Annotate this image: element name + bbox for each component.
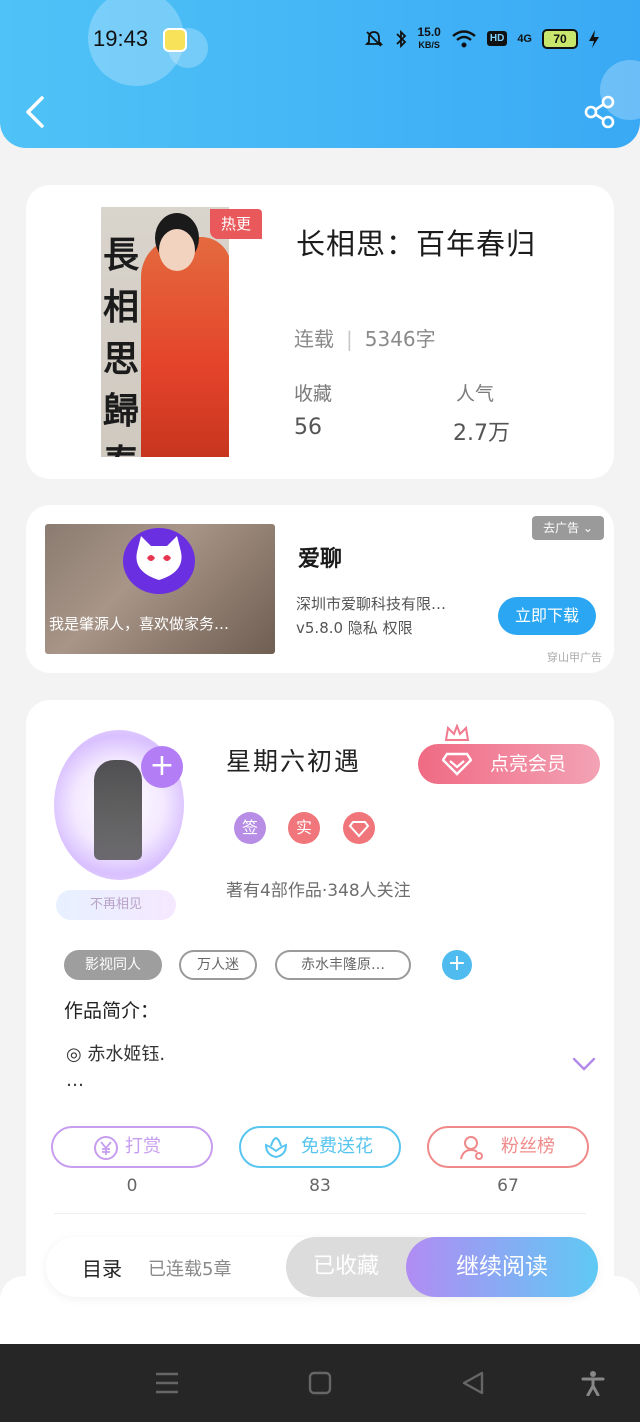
mute-bell-icon bbox=[364, 30, 383, 47]
flower-count: 83 bbox=[309, 1176, 331, 1196]
ad-title: 爱聊 bbox=[298, 547, 343, 572]
tip-button[interactable]: 打赏 bbox=[51, 1126, 213, 1168]
continue-reading-button[interactable]: 继续阅读 bbox=[406, 1237, 598, 1297]
chevron-left-icon[interactable] bbox=[18, 94, 54, 130]
send-flower-button[interactable]: 免费送花 bbox=[239, 1126, 401, 1168]
system-nav-bar bbox=[0, 1344, 640, 1422]
remove-ad-button[interactable]: 去广告 ⌄ bbox=[532, 516, 604, 540]
genre-tag[interactable]: 赤水丰隆原… bbox=[275, 950, 411, 980]
diamond-badge bbox=[343, 812, 375, 844]
intro-text: ◎ 赤水姬钰. bbox=[66, 1044, 166, 1065]
cover-title-text: 長相思歸春 bbox=[103, 234, 140, 457]
cover-head bbox=[159, 229, 195, 271]
chevron-down-icon[interactable] bbox=[572, 1056, 596, 1072]
battery-icon: 70 bbox=[542, 28, 578, 49]
home-square-icon[interactable] bbox=[307, 1370, 333, 1396]
book-status: 连载 bbox=[294, 327, 334, 351]
avatar-figure bbox=[94, 760, 142, 860]
network-type: 4G bbox=[517, 32, 532, 45]
ad-source-label: 穿山甲广告 bbox=[547, 651, 602, 664]
author-meta: 著有4部作品·348人关注 bbox=[226, 881, 411, 901]
yen-coin-icon bbox=[94, 1136, 118, 1160]
book-info-card: 長相思歸春 热更 长相思：百年春归 连载|5346字 收藏 56 人气 2.7万 bbox=[26, 185, 614, 479]
popularity-value: 2.7万 bbox=[453, 421, 510, 446]
table-of-contents-button[interactable]: 目录 bbox=[82, 1253, 122, 1282]
cat-logo-icon bbox=[136, 536, 182, 580]
popularity-label: 人气 bbox=[456, 383, 495, 405]
divider bbox=[54, 1213, 586, 1214]
notification-app-icon bbox=[163, 28, 187, 52]
diamond-badge-icon bbox=[348, 821, 370, 838]
genre-tag[interactable]: 万人迷 bbox=[179, 950, 257, 980]
book-cover[interactable]: 長相思歸春 bbox=[101, 207, 229, 457]
tip-button-label: 打赏 bbox=[125, 1136, 161, 1157]
intro-ellipsis: … bbox=[66, 1070, 84, 1091]
favorites-label: 收藏 bbox=[294, 383, 333, 405]
hot-update-badge: 热更 bbox=[210, 209, 262, 239]
verified-badge: 实 bbox=[288, 812, 320, 844]
signed-badge: 签 bbox=[234, 812, 266, 844]
charging-icon bbox=[589, 29, 599, 48]
flower-icon bbox=[264, 1136, 288, 1159]
diamond-icon bbox=[442, 752, 472, 776]
header: 19:43 15.0 KB/S HD 4G 70 bbox=[0, 0, 640, 148]
accessibility-icon[interactable] bbox=[580, 1370, 606, 1396]
book-word-count: 5346字 bbox=[364, 327, 436, 351]
bluetooth-icon bbox=[395, 29, 406, 48]
genre-tag[interactable]: 影视同人 bbox=[64, 950, 162, 980]
back-triangle-icon[interactable] bbox=[460, 1370, 486, 1396]
vip-button-label: 点亮会员 bbox=[490, 753, 567, 775]
network-speed-unit: KB/S bbox=[418, 40, 440, 50]
chapter-status: 已连载5章 bbox=[148, 1259, 232, 1280]
add-tag-button[interactable]: + bbox=[442, 950, 472, 980]
send-flower-label: 免费送花 bbox=[301, 1136, 373, 1157]
share-icon[interactable] bbox=[582, 94, 618, 130]
author-card: + 不再相见 星期六初遇 点亮会员 签 实 著有4部作品·348人关注 影视同人… bbox=[26, 700, 614, 1300]
author-name[interactable]: 星期六初遇 bbox=[226, 742, 361, 778]
hd-indicator: HD bbox=[486, 31, 508, 46]
network-speed: 15.0 KB/S bbox=[418, 26, 441, 51]
ad-card[interactable]: 我是肇源人，喜欢做家务… 去广告 ⌄ 爱聊 深圳市爱聊科技有限… v5.8.0 … bbox=[26, 505, 614, 673]
ad-image[interactable]: 我是肇源人，喜欢做家务… bbox=[45, 524, 275, 654]
author-title-tag: 不再相见 bbox=[56, 890, 176, 920]
follow-plus-button[interactable]: + bbox=[141, 746, 183, 788]
status-time: 19:43 bbox=[93, 26, 149, 51]
vip-membership-button[interactable]: 点亮会员 bbox=[418, 744, 600, 784]
book-title: 长相思：百年春归 bbox=[296, 227, 537, 261]
ad-app-logo bbox=[123, 528, 195, 594]
fan-ranking-button[interactable]: 粉丝榜 bbox=[427, 1126, 589, 1168]
menu-icon[interactable] bbox=[154, 1370, 180, 1396]
cover-figure bbox=[141, 237, 229, 457]
bottom-action-bar: 目录 已连载5章 已收藏 继续阅读 bbox=[46, 1237, 598, 1297]
fan-ranking-label: 粉丝榜 bbox=[501, 1136, 555, 1157]
intro-label: 作品简介： bbox=[64, 1000, 160, 1022]
user-icon bbox=[460, 1136, 483, 1160]
ad-version-line[interactable]: v5.8.0 隐私 权限 bbox=[296, 617, 413, 638]
tip-count: 0 bbox=[126, 1176, 138, 1196]
ad-company: 深圳市爱聊科技有限… bbox=[296, 595, 447, 613]
collected-label: 已收藏 bbox=[312, 1254, 379, 1279]
status-bar: 19:43 15.0 KB/S HD 4G 70 bbox=[0, 22, 640, 58]
book-status-line: 连载 | 5346字 bbox=[294, 327, 436, 351]
ad-image-caption: 我是肇源人，喜欢做家务… bbox=[49, 615, 230, 633]
network-speed-value: 15.0 bbox=[417, 25, 441, 39]
wifi-icon bbox=[452, 29, 476, 47]
fan-count: 67 bbox=[497, 1176, 519, 1196]
status-icons: 15.0 KB/S HD 4G 70 bbox=[364, 26, 601, 51]
favorites-value: 56 bbox=[294, 415, 322, 440]
ad-download-button[interactable]: 立即下载 bbox=[498, 597, 596, 635]
crown-icon bbox=[444, 724, 470, 741]
